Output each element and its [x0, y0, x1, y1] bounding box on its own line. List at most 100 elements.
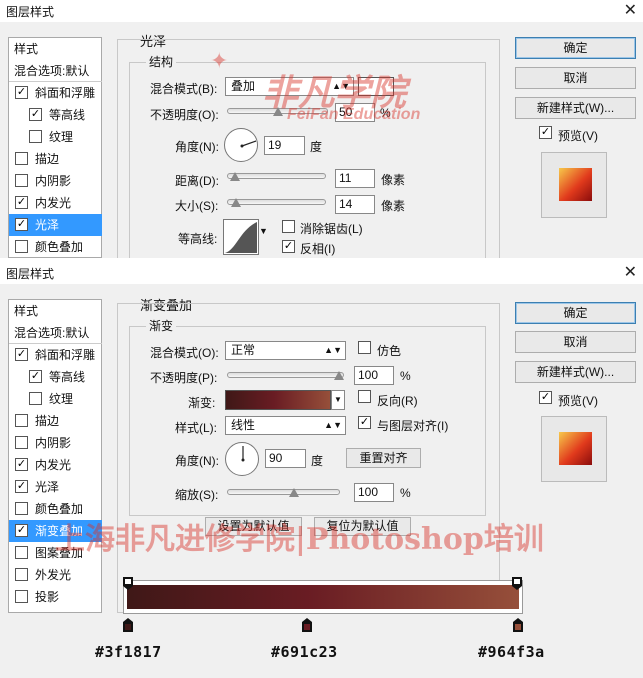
- opacity-stop-left-icon[interactable]: [123, 577, 133, 591]
- style-item-checkbox[interactable]: ✓: [15, 218, 28, 231]
- style-item[interactable]: 投影: [9, 586, 102, 608]
- color-stop-icon[interactable]: [123, 618, 133, 632]
- style-item[interactable]: ✓ 渐变叠加: [9, 520, 102, 542]
- style-item-checkbox[interactable]: [29, 392, 42, 405]
- style-item-checkbox[interactable]: [15, 152, 28, 165]
- style-item[interactable]: ✓ 斜面和浮雕: [9, 344, 102, 366]
- color-stop-icon[interactable]: [302, 618, 313, 632]
- gradient-bar[interactable]: [127, 585, 519, 609]
- color-swatch[interactable]: [358, 77, 394, 96]
- style-item-checkbox[interactable]: ✓: [15, 524, 28, 537]
- style-item[interactable]: 内阴影: [9, 170, 102, 192]
- close-icon[interactable]: ✕: [624, 262, 637, 282]
- preview-checkbox[interactable]: ✓: [539, 391, 552, 404]
- style-item-checkbox[interactable]: [15, 568, 28, 581]
- styles-list: 样式 混合选项:默认 ✓ 斜面和浮雕 ✓ 等高线 纹理 描边 内阴影 ✓ 内发光 ✓ 光泽 颜色叠加: [8, 37, 102, 258]
- style-item[interactable]: 图案叠加: [9, 542, 102, 564]
- style-item[interactable]: ✓ 等高线: [9, 104, 102, 126]
- style-item-checkbox[interactable]: ✓: [15, 86, 28, 99]
- angle-dial[interactable]: [224, 128, 258, 162]
- style-item[interactable]: 纹理: [9, 388, 102, 410]
- dither-checkbox[interactable]: [358, 341, 371, 354]
- size-input[interactable]: 14: [335, 195, 375, 214]
- style-item-checkbox[interactable]: [15, 590, 28, 603]
- style-item-label: 投影: [35, 590, 60, 604]
- style-preview: [541, 416, 607, 482]
- ok-button[interactable]: 确定: [515, 37, 636, 59]
- set-default-button[interactable]: 设置为默认值: [205, 517, 302, 536]
- style-item-checkbox[interactable]: ✓: [15, 196, 28, 209]
- opacity-input[interactable]: 50: [335, 103, 375, 122]
- style-item-checkbox[interactable]: ✓: [15, 480, 28, 493]
- scale-slider[interactable]: [227, 489, 340, 495]
- size-slider-thumb[interactable]: [231, 198, 241, 207]
- color-stop-icon[interactable]: [513, 618, 523, 632]
- opacity-input[interactable]: 100: [354, 366, 394, 385]
- blend-options-item[interactable]: 混合选项:默认: [9, 322, 102, 344]
- style-item[interactable]: 内阴影: [9, 432, 102, 454]
- style-item-label: 斜面和浮雕: [35, 348, 96, 362]
- new-style-button[interactable]: 新建样式(W)...: [515, 97, 636, 119]
- contour-dropdown-icon[interactable]: ▼: [259, 226, 268, 236]
- cancel-button[interactable]: 取消: [515, 67, 636, 89]
- cancel-button[interactable]: 取消: [515, 331, 636, 353]
- size-slider[interactable]: [227, 199, 326, 205]
- invert-checkbox[interactable]: ✓: [282, 240, 295, 253]
- style-item[interactable]: ✓ 光泽: [9, 214, 102, 236]
- angle-dial[interactable]: [225, 442, 259, 476]
- distance-slider-thumb[interactable]: [230, 172, 240, 181]
- style-item-label: 内发光: [35, 196, 72, 210]
- color-stop-hex: #3f1817: [95, 643, 162, 661]
- opacity-slider-thumb[interactable]: [272, 107, 283, 116]
- style-item[interactable]: 颜色叠加: [9, 498, 102, 520]
- opacity-label: 不透明度(P):: [150, 371, 218, 385]
- style-item[interactable]: 描边: [9, 410, 102, 432]
- style-item-checkbox[interactable]: ✓: [29, 370, 42, 383]
- reverse-checkbox[interactable]: [358, 390, 371, 403]
- new-style-button[interactable]: 新建样式(W)...: [515, 361, 636, 383]
- style-item-checkbox[interactable]: [15, 174, 28, 187]
- style-item[interactable]: ✓ 内发光: [9, 192, 102, 214]
- style-item-checkbox[interactable]: [15, 414, 28, 427]
- scale-input[interactable]: 100: [354, 483, 394, 502]
- style-item-checkbox[interactable]: ✓: [15, 458, 28, 471]
- style-item-checkbox[interactable]: [15, 502, 28, 515]
- reset-default-button[interactable]: 复位为默认值: [314, 517, 411, 536]
- preview-checkbox[interactable]: ✓: [539, 126, 552, 139]
- style-item[interactable]: 外发光: [9, 564, 102, 586]
- blend-mode-select[interactable]: 叠加 ▲▼: [225, 77, 354, 96]
- blend-options-item[interactable]: 混合选项:默认: [9, 60, 102, 82]
- style-item[interactable]: ✓ 等高线: [9, 366, 102, 388]
- angle-input[interactable]: 90: [265, 449, 306, 468]
- opacity-slider[interactable]: [227, 372, 344, 378]
- style-item-checkbox[interactable]: ✓: [15, 348, 28, 361]
- antialias-checkbox[interactable]: [282, 220, 295, 233]
- style-item-checkbox[interactable]: [15, 240, 28, 253]
- gradient-dropdown-icon[interactable]: ▼: [331, 390, 345, 410]
- style-item-checkbox[interactable]: [29, 130, 42, 143]
- gradient-swatch[interactable]: [225, 390, 331, 410]
- align-layer-checkbox[interactable]: ✓: [358, 416, 371, 429]
- distance-input[interactable]: 11: [335, 169, 375, 188]
- style-item[interactable]: 描边: [9, 148, 102, 170]
- angle-input[interactable]: 19: [264, 136, 305, 155]
- blend-mode-select[interactable]: 正常 ▲▼: [225, 341, 346, 360]
- style-item-checkbox[interactable]: ✓: [29, 108, 42, 121]
- style-item-checkbox[interactable]: [15, 546, 28, 559]
- style-item[interactable]: ✓ 斜面和浮雕: [9, 82, 102, 104]
- style-item[interactable]: 颜色叠加: [9, 236, 102, 258]
- close-icon[interactable]: ✕: [624, 0, 637, 20]
- reset-align-button[interactable]: 重置对齐: [346, 448, 421, 468]
- distance-slider[interactable]: [227, 173, 326, 179]
- blend-mode-label: 混合模式(O):: [150, 346, 219, 360]
- style-item[interactable]: ✓ 内发光: [9, 454, 102, 476]
- ok-button[interactable]: 确定: [515, 302, 636, 324]
- style-item[interactable]: 纹理: [9, 126, 102, 148]
- style-item[interactable]: ✓ 光泽: [9, 476, 102, 498]
- opacity-slider-thumb[interactable]: [334, 371, 344, 380]
- style-select[interactable]: 线性 ▲▼: [225, 416, 346, 435]
- contour-picker[interactable]: [223, 219, 259, 255]
- scale-slider-thumb[interactable]: [288, 488, 299, 497]
- opacity-stop-right-icon[interactable]: [512, 577, 522, 591]
- style-item-checkbox[interactable]: [15, 436, 28, 449]
